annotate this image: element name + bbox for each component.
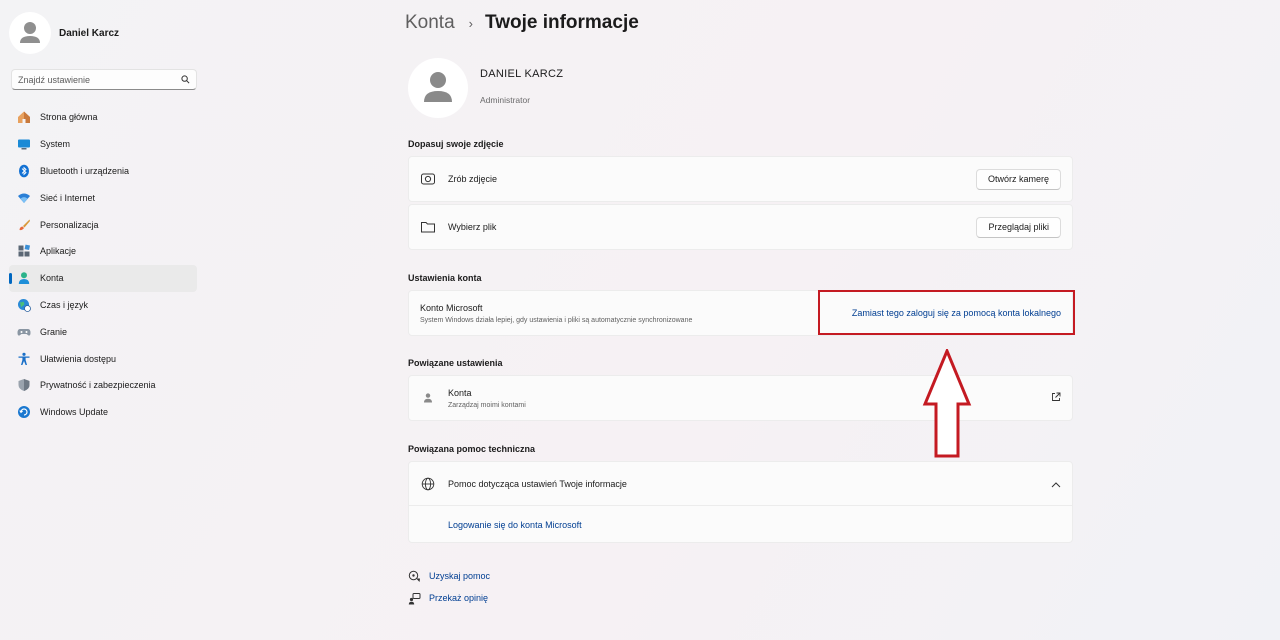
sidebar-item-system[interactable]: System — [9, 131, 197, 158]
globe-icon — [420, 476, 436, 492]
chevron-right-icon: › — [468, 15, 473, 31]
ms-account-description: System Windows działa lepiej, gdy ustawi… — [420, 316, 693, 324]
sidebar-item-personalization[interactable]: Personalizacja — [9, 211, 197, 238]
sidebar-item-network[interactable]: Sieć i Internet — [9, 184, 197, 211]
nav-list: Strona główna System Bluetooth i urządze… — [9, 104, 197, 426]
shield-icon — [17, 378, 31, 392]
annotation-arrow-up-icon — [922, 349, 972, 458]
sidebar-item-accounts[interactable]: Konta — [9, 264, 197, 292]
gamepad-icon — [17, 325, 31, 339]
external-link-icon[interactable] — [1051, 389, 1061, 407]
sidebar-item-apps[interactable]: Aplikacje — [9, 238, 197, 265]
bluetooth-icon — [17, 164, 31, 178]
feedback-item[interactable]: Przekaż opinię — [407, 587, 490, 609]
feedback-link[interactable]: Przekaż opinię — [429, 593, 488, 603]
sidebar-item-bluetooth[interactable]: Bluetooth i urządzenia — [9, 158, 197, 185]
accounts-link-row[interactable]: Konta Zarządzaj moimi kontami — [408, 375, 1073, 421]
section-title-related-settings: Powiązane ustawienia — [408, 358, 503, 368]
monitor-icon — [17, 137, 31, 151]
chevron-up-icon[interactable] — [1051, 475, 1061, 493]
page-title: Twoje informacje — [485, 12, 639, 33]
section-title-account: Ustawienia konta — [408, 273, 482, 283]
update-icon — [17, 405, 31, 419]
person-icon — [17, 271, 31, 285]
folder-icon — [420, 219, 436, 235]
sidebar: Daniel Karcz Strona główna System Blueto… — [0, 0, 210, 640]
search-icon[interactable] — [181, 75, 190, 84]
sidebar-item-privacy[interactable]: Prywatność i zabezpieczenia — [9, 372, 197, 399]
get-help-link[interactable]: Uzyskaj pomoc — [429, 571, 490, 581]
sidebar-item-gaming[interactable]: Granie — [9, 318, 197, 345]
globe-clock-icon — [17, 298, 31, 312]
sidebar-item-windows-update[interactable]: Windows Update — [9, 399, 197, 426]
help-chat-icon — [407, 569, 421, 583]
get-help-item[interactable]: Uzyskaj pomoc — [407, 565, 490, 587]
breadcrumb-parent[interactable]: Konta — [405, 12, 455, 34]
open-camera-button[interactable]: Otwórz kamerę — [975, 168, 1061, 190]
search-input[interactable] — [18, 74, 181, 85]
section-title-photo: Dopasuj swoje zdjęcie — [408, 139, 504, 149]
profile-header: DANIEL KARCZ Administrator — [408, 58, 563, 118]
profile-avatar — [408, 58, 468, 118]
user-block[interactable]: Daniel Karcz — [9, 12, 119, 54]
brush-icon — [17, 218, 31, 232]
breadcrumb: Konta › Twoje informacje — [405, 12, 639, 34]
accessibility-icon — [17, 352, 31, 366]
help-expander: Pomoc dotycząca ustawień Twoje informacj… — [408, 461, 1073, 543]
choose-file-row: Wybierz plik Przeglądaj pliki — [408, 204, 1073, 250]
sidebar-item-time-language[interactable]: Czas i język — [9, 292, 197, 319]
user-silhouette-icon — [424, 72, 452, 102]
sidebar-item-accessibility[interactable]: Ułatwienia dostępu — [9, 345, 197, 372]
search-box[interactable] — [11, 69, 197, 90]
help-expander-header[interactable]: Pomoc dotycząca ustawień Twoje informacj… — [409, 462, 1072, 506]
browse-files-button[interactable]: Przeglądaj pliki — [976, 216, 1061, 238]
local-account-link[interactable]: Zamiast tego zaloguj się za pomocą konta… — [852, 308, 1061, 318]
microsoft-account-row: Konto Microsoft System Windows działa le… — [408, 290, 1073, 336]
profile-role: Administrator — [480, 95, 531, 105]
profile-name: DANIEL KARCZ — [480, 68, 564, 80]
ms-login-help-link[interactable]: Logowanie się do konta Microsoft — [448, 520, 582, 530]
avatar — [9, 12, 51, 54]
ms-account-title: Konto Microsoft — [420, 302, 483, 313]
camera-icon — [420, 171, 436, 187]
apps-icon — [17, 244, 31, 258]
home-icon — [17, 110, 31, 124]
wifi-icon — [17, 191, 31, 205]
person-icon — [420, 390, 436, 406]
take-photo-row: Zrób zdjęcie Otwórz kamerę — [408, 156, 1073, 202]
user-silhouette-icon — [20, 22, 40, 43]
help-item-label: Pomoc dotycząca ustawień Twoje informacj… — [448, 478, 627, 489]
user-name: Daniel Karcz — [59, 27, 120, 39]
footer-links: Uzyskaj pomoc Przekaż opinię — [407, 565, 490, 609]
sidebar-item-home[interactable]: Strona główna — [9, 104, 197, 131]
take-photo-label: Zrób zdjęcie — [448, 174, 498, 184]
choose-file-label: Wybierz plik — [448, 222, 497, 232]
feedback-icon — [407, 591, 421, 605]
section-title-related-help: Powiązana pomoc techniczna — [408, 444, 536, 454]
